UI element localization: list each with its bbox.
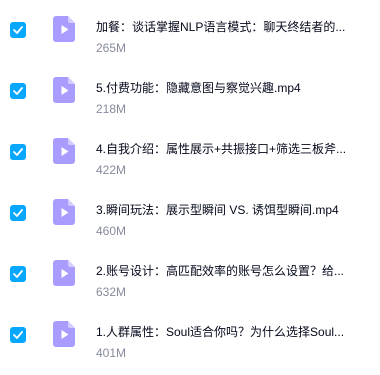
file-row[interactable]: 2.账号设计：高匹配效率的账号怎么设置？给... 632M: [0, 254, 380, 314]
file-list: 加餐：谈话掌握NLP语言模式：聊天终结者的... 265M 5.付费功能：隐藏意…: [0, 0, 380, 360]
file-size: 632M: [96, 285, 127, 299]
file-size: 401M: [96, 346, 127, 360]
checkbox-checked[interactable]: [10, 205, 26, 221]
video-file-icon: [53, 199, 75, 225]
video-file-icon: [53, 77, 75, 103]
video-file-icon: [53, 260, 75, 286]
file-name[interactable]: 4.自我介绍：属性展示+共振接口+筛选三板斧...: [96, 141, 356, 157]
video-file-icon: [53, 321, 75, 347]
file-name[interactable]: 加餐：谈话掌握NLP语言模式：聊天终结者的...: [96, 19, 356, 35]
file-row[interactable]: 4.自我介绍：属性展示+共振接口+筛选三板斧... 422M: [0, 132, 380, 192]
file-size: 265M: [96, 41, 127, 55]
file-row[interactable]: 1.人群属性：Soul适合你吗？为什么选择Soul... 401M: [0, 315, 380, 375]
file-row[interactable]: 3.瞬间玩法：展示型瞬间 VS. 诱饵型瞬间.mp4 460M: [0, 193, 380, 253]
video-file-icon: [53, 16, 75, 42]
file-row[interactable]: 5.付费功能：隐藏意图与察觉兴趣.mp4 218M: [0, 71, 380, 131]
checkbox-checked[interactable]: [10, 22, 26, 38]
file-name[interactable]: 2.账号设计：高匹配效率的账号怎么设置？给...: [96, 263, 356, 279]
file-size: 460M: [96, 224, 127, 238]
checkbox-checked[interactable]: [10, 327, 26, 343]
checkbox-checked[interactable]: [10, 144, 26, 160]
file-size: 422M: [96, 163, 127, 177]
file-name[interactable]: 3.瞬间玩法：展示型瞬间 VS. 诱饵型瞬间.mp4: [96, 202, 356, 218]
file-name[interactable]: 5.付费功能：隐藏意图与察觉兴趣.mp4: [96, 80, 356, 96]
video-file-icon: [53, 138, 75, 164]
file-size: 218M: [96, 102, 127, 116]
checkbox-checked[interactable]: [10, 83, 26, 99]
file-name[interactable]: 1.人群属性：Soul适合你吗？为什么选择Soul...: [96, 324, 356, 340]
checkbox-checked[interactable]: [10, 266, 26, 282]
file-row[interactable]: 加餐：谈话掌握NLP语言模式：聊天终结者的... 265M: [0, 10, 380, 70]
